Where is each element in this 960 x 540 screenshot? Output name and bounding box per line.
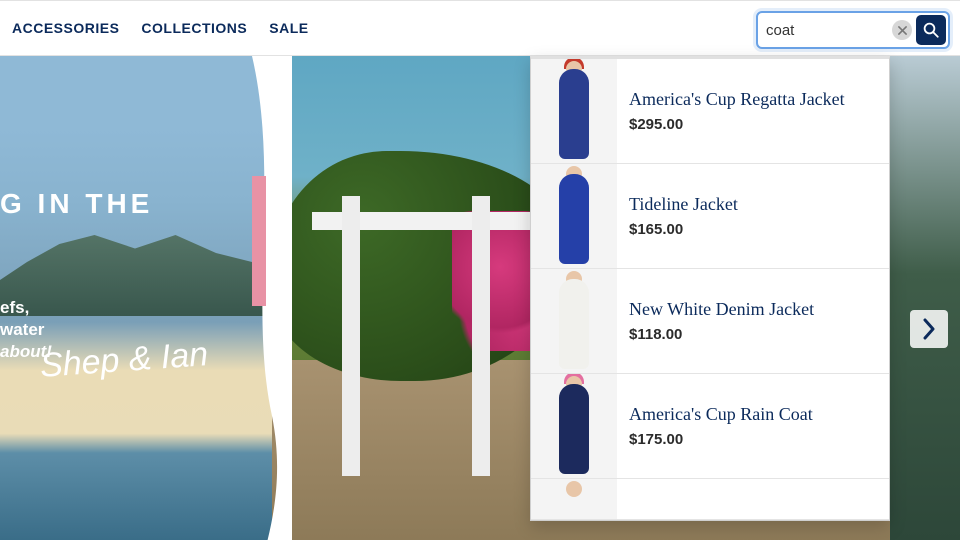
search-result[interactable]	[531, 479, 889, 520]
hero-slide-right	[890, 56, 960, 540]
nav-collections[interactable]: COLLECTIONS	[141, 20, 247, 36]
search-result[interactable]: Tideline Jacket $165.00	[531, 164, 889, 269]
result-name: Tideline Jacket	[629, 194, 738, 215]
result-thumbnail	[531, 269, 617, 373]
nav-accessories[interactable]: ACCESSORIES	[12, 20, 119, 36]
clear-search-button[interactable]	[892, 20, 912, 40]
mountain-graphic	[0, 226, 270, 316]
hero-signature: Shep & Ian	[39, 335, 210, 386]
result-thumbnail	[531, 374, 617, 478]
result-thumbnail	[531, 164, 617, 268]
result-price: $175.00	[629, 431, 813, 448]
hero-slide-left: G IN THE efs, water about! Shep & Ian	[0, 56, 272, 540]
hero-subtext-1: efs,	[0, 298, 29, 318]
close-icon	[898, 26, 907, 35]
railing-post	[472, 196, 490, 476]
result-name: America's Cup Rain Coat	[629, 404, 813, 425]
pink-accent	[252, 176, 266, 306]
result-price: $118.00	[629, 326, 814, 343]
search-result[interactable]: New White Denim Jacket $118.00	[531, 269, 889, 374]
hero-title-fragment: G IN THE	[0, 188, 153, 220]
hero-subtext-2: water	[0, 320, 44, 340]
top-nav-bar: ACCESSORIES COLLECTIONS SALE	[0, 0, 960, 56]
search-result[interactable]: America's Cup Regatta Jacket $295.00	[531, 59, 889, 164]
chevron-right-icon	[922, 318, 936, 340]
result-name: America's Cup Regatta Jacket	[629, 89, 845, 110]
result-thumbnail	[531, 479, 617, 519]
result-name: New White Denim Jacket	[629, 299, 814, 320]
nav-links: ACCESSORIES COLLECTIONS SALE	[12, 20, 309, 36]
railing-post	[342, 196, 360, 476]
search-results-dropdown: America's Cup Regatta Jacket $295.00 Tid…	[530, 56, 890, 521]
carousel-next-button[interactable]	[910, 310, 948, 348]
result-thumbnail	[531, 59, 617, 163]
nav-sale[interactable]: SALE	[269, 20, 308, 36]
search-result[interactable]: America's Cup Rain Coat $175.00	[531, 374, 889, 479]
search-button[interactable]	[916, 15, 946, 45]
search-icon	[922, 21, 940, 39]
result-price: $295.00	[629, 116, 845, 133]
search-input[interactable]	[760, 16, 890, 44]
result-price: $165.00	[629, 221, 738, 238]
search-box	[756, 11, 950, 49]
